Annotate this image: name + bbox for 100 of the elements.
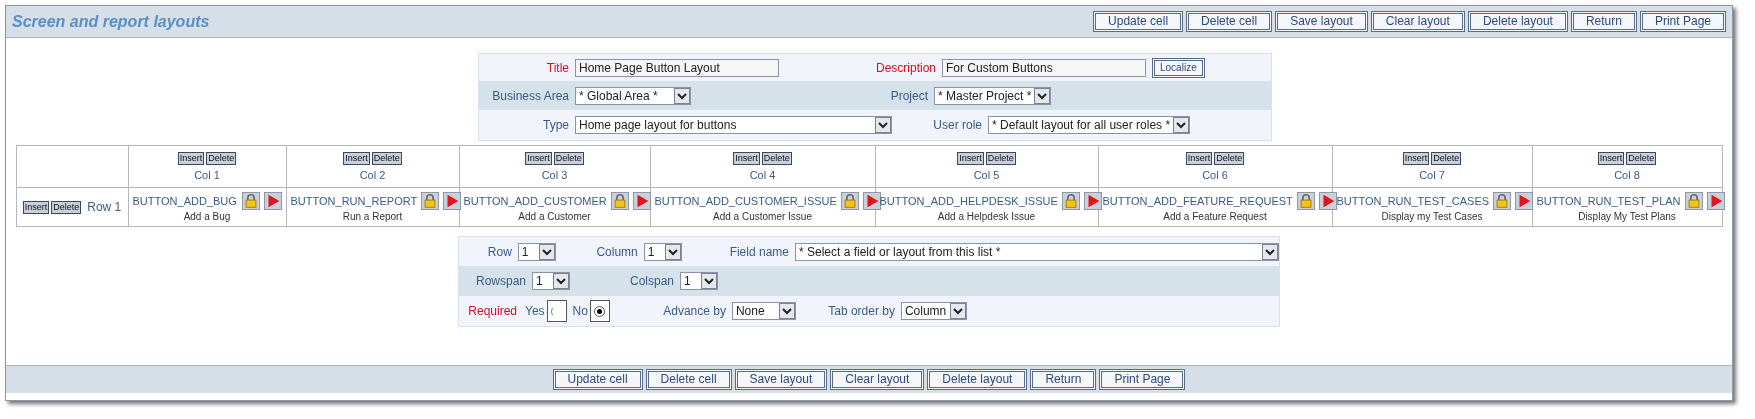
lock-icon[interactable] [1296, 192, 1315, 210]
field-label: Tab order by [827, 304, 896, 318]
field-label: Colspan [628, 274, 675, 288]
delete-column-button[interactable]: Delete [1431, 152, 1462, 165]
field-label: Column [595, 244, 639, 259]
play-icon[interactable] [1706, 192, 1725, 210]
lock-icon[interactable] [1684, 192, 1703, 210]
insert-column-button[interactable]: Insert [1402, 152, 1430, 165]
lock-icon[interactable] [840, 192, 859, 210]
toolbar-button[interactable]: Print Page [1639, 11, 1726, 32]
radio-button[interactable] [589, 300, 610, 322]
field-caption: Display my Test Cases [1380, 211, 1484, 222]
field-name[interactable]: BUTTON_ADD_CUSTOMER [463, 195, 607, 207]
lock-icon[interactable] [610, 192, 629, 210]
footer-button[interactable]: Update cell [552, 369, 643, 390]
delete-column-button[interactable]: Delete [761, 152, 792, 165]
tab-order-dropdown[interactable]: Column [900, 302, 967, 320]
lock-icon[interactable] [1061, 192, 1080, 210]
insert-column-button[interactable]: Insert [343, 152, 370, 165]
field-name[interactable]: BUTTON_RUN_TEST_CASES [1336, 195, 1490, 207]
toolbar-button[interactable]: Update cell [1093, 11, 1184, 32]
field-label: Description [874, 60, 937, 75]
number-dropdown[interactable]: 1 [680, 272, 718, 290]
play-icon[interactable] [443, 192, 462, 210]
user-role-dropdown[interactable]: * Default layout for all user roles * [988, 116, 1191, 134]
field-caption: Add a Feature Request [1162, 211, 1268, 222]
toolbar-button[interactable]: Clear layout [1370, 11, 1465, 32]
insert-row-button[interactable]: Insert [22, 200, 50, 214]
column-label: Col 1 [193, 169, 221, 181]
field-name[interactable]: BUTTON_ADD_HELPDESK_ISSUE [879, 195, 1058, 207]
field-label: Business Area [491, 88, 570, 103]
insert-column-button[interactable]: Insert [1597, 152, 1625, 165]
lock-icon[interactable] [421, 192, 440, 210]
field-name[interactable]: BUTTON_RUN_TEST_PLAN [1536, 195, 1681, 207]
column-label: Col 5 [972, 169, 1001, 181]
footer-button[interactable]: Clear layout [830, 369, 925, 390]
footer-button[interactable]: Save layout [734, 369, 828, 390]
field-label: Field name [728, 244, 790, 259]
play-icon[interactable] [862, 192, 881, 210]
option-label: No [572, 304, 588, 318]
field-name[interactable]: BUTTON_ADD_CUSTOMER_ISSUE [654, 195, 837, 207]
field-name[interactable]: BUTTON_ADD_FEATURE_REQUEST [1102, 195, 1293, 207]
field-caption: Run a Report [341, 211, 404, 222]
footer-button[interactable]: Delete cell [645, 369, 732, 390]
insert-column-button[interactable]: Insert [1185, 152, 1213, 165]
footer-button[interactable]: Delete layout [927, 369, 1028, 390]
toolbar-button[interactable]: Delete cell [1186, 11, 1273, 32]
project-dropdown[interactable]: * Master Project * [934, 86, 1052, 105]
delete-column-button[interactable]: Delete [1626, 152, 1657, 165]
page-title: Screen and report layouts [12, 12, 210, 31]
column-label: Col 7 [1418, 169, 1446, 181]
field-name-dropdown[interactable]: * Select a field or layout from this list * [795, 242, 1279, 261]
description-field[interactable]: For Custom Buttons [942, 58, 1146, 77]
toolbar-button[interactable]: Return [1570, 11, 1637, 32]
field-caption: Add a Helpdesk Issue [936, 211, 1037, 222]
footer-button[interactable]: Print Page [1099, 369, 1186, 390]
lock-icon[interactable] [1493, 192, 1512, 210]
field-label: Type [542, 118, 570, 132]
insert-column-button[interactable]: Insert [177, 152, 205, 165]
column-label: Col 3 [540, 169, 569, 181]
insert-column-button[interactable]: Insert [733, 152, 760, 165]
delete-column-button[interactable]: Delete [206, 152, 237, 165]
number-dropdown[interactable]: 1 [643, 242, 682, 261]
delete-column-button[interactable]: Delete [985, 152, 1016, 165]
business-area-dropdown[interactable]: * Global Area * [575, 86, 691, 105]
play-icon[interactable] [1083, 192, 1102, 210]
advance-by-dropdown[interactable]: None [731, 302, 796, 320]
footer-button[interactable]: Return [1030, 369, 1097, 390]
number-dropdown[interactable]: 1 [517, 242, 556, 261]
field-label: Project [889, 88, 929, 103]
field-name[interactable]: BUTTON_ADD_BUG [132, 195, 237, 207]
type-dropdown[interactable]: Home page layout for buttons [575, 116, 892, 134]
title-field[interactable]: Home Page Button Layout [575, 58, 779, 77]
delete-column-button[interactable]: Delete [553, 152, 584, 165]
field-label: Required [467, 304, 518, 318]
toolbar-button[interactable]: Save layout [1275, 11, 1368, 32]
insert-column-button[interactable]: Insert [957, 152, 984, 165]
play-icon[interactable] [632, 192, 651, 210]
play-icon[interactable] [1515, 192, 1534, 210]
field-name[interactable]: BUTTON_RUN_REPORT [290, 195, 418, 207]
field-label: Title [545, 60, 570, 75]
delete-column-button[interactable]: Delete [371, 152, 402, 165]
field-caption: Add a Customer [517, 211, 592, 222]
radio-button[interactable] [546, 300, 567, 322]
lock-icon[interactable] [241, 192, 260, 210]
insert-column-button[interactable]: Insert [525, 152, 552, 165]
play-icon[interactable] [263, 192, 282, 210]
delete-column-button[interactable]: Delete [1214, 152, 1245, 165]
field-label: Advance by [662, 304, 727, 318]
option-label: Yes [525, 304, 545, 318]
field-caption: Add a Customer Issue [712, 211, 813, 222]
field-caption: Add a Bug [182, 211, 232, 222]
toolbar-button[interactable]: Delete layout [1467, 11, 1568, 32]
play-icon[interactable] [1318, 192, 1337, 210]
localize-button[interactable]: Localize [1152, 57, 1205, 78]
column-label: Col 8 [1613, 169, 1641, 181]
field-label: User role [932, 118, 983, 132]
row-label: Row 1 [87, 200, 122, 214]
delete-row-button[interactable]: Delete [51, 200, 82, 214]
number-dropdown[interactable]: 1 [532, 272, 570, 290]
